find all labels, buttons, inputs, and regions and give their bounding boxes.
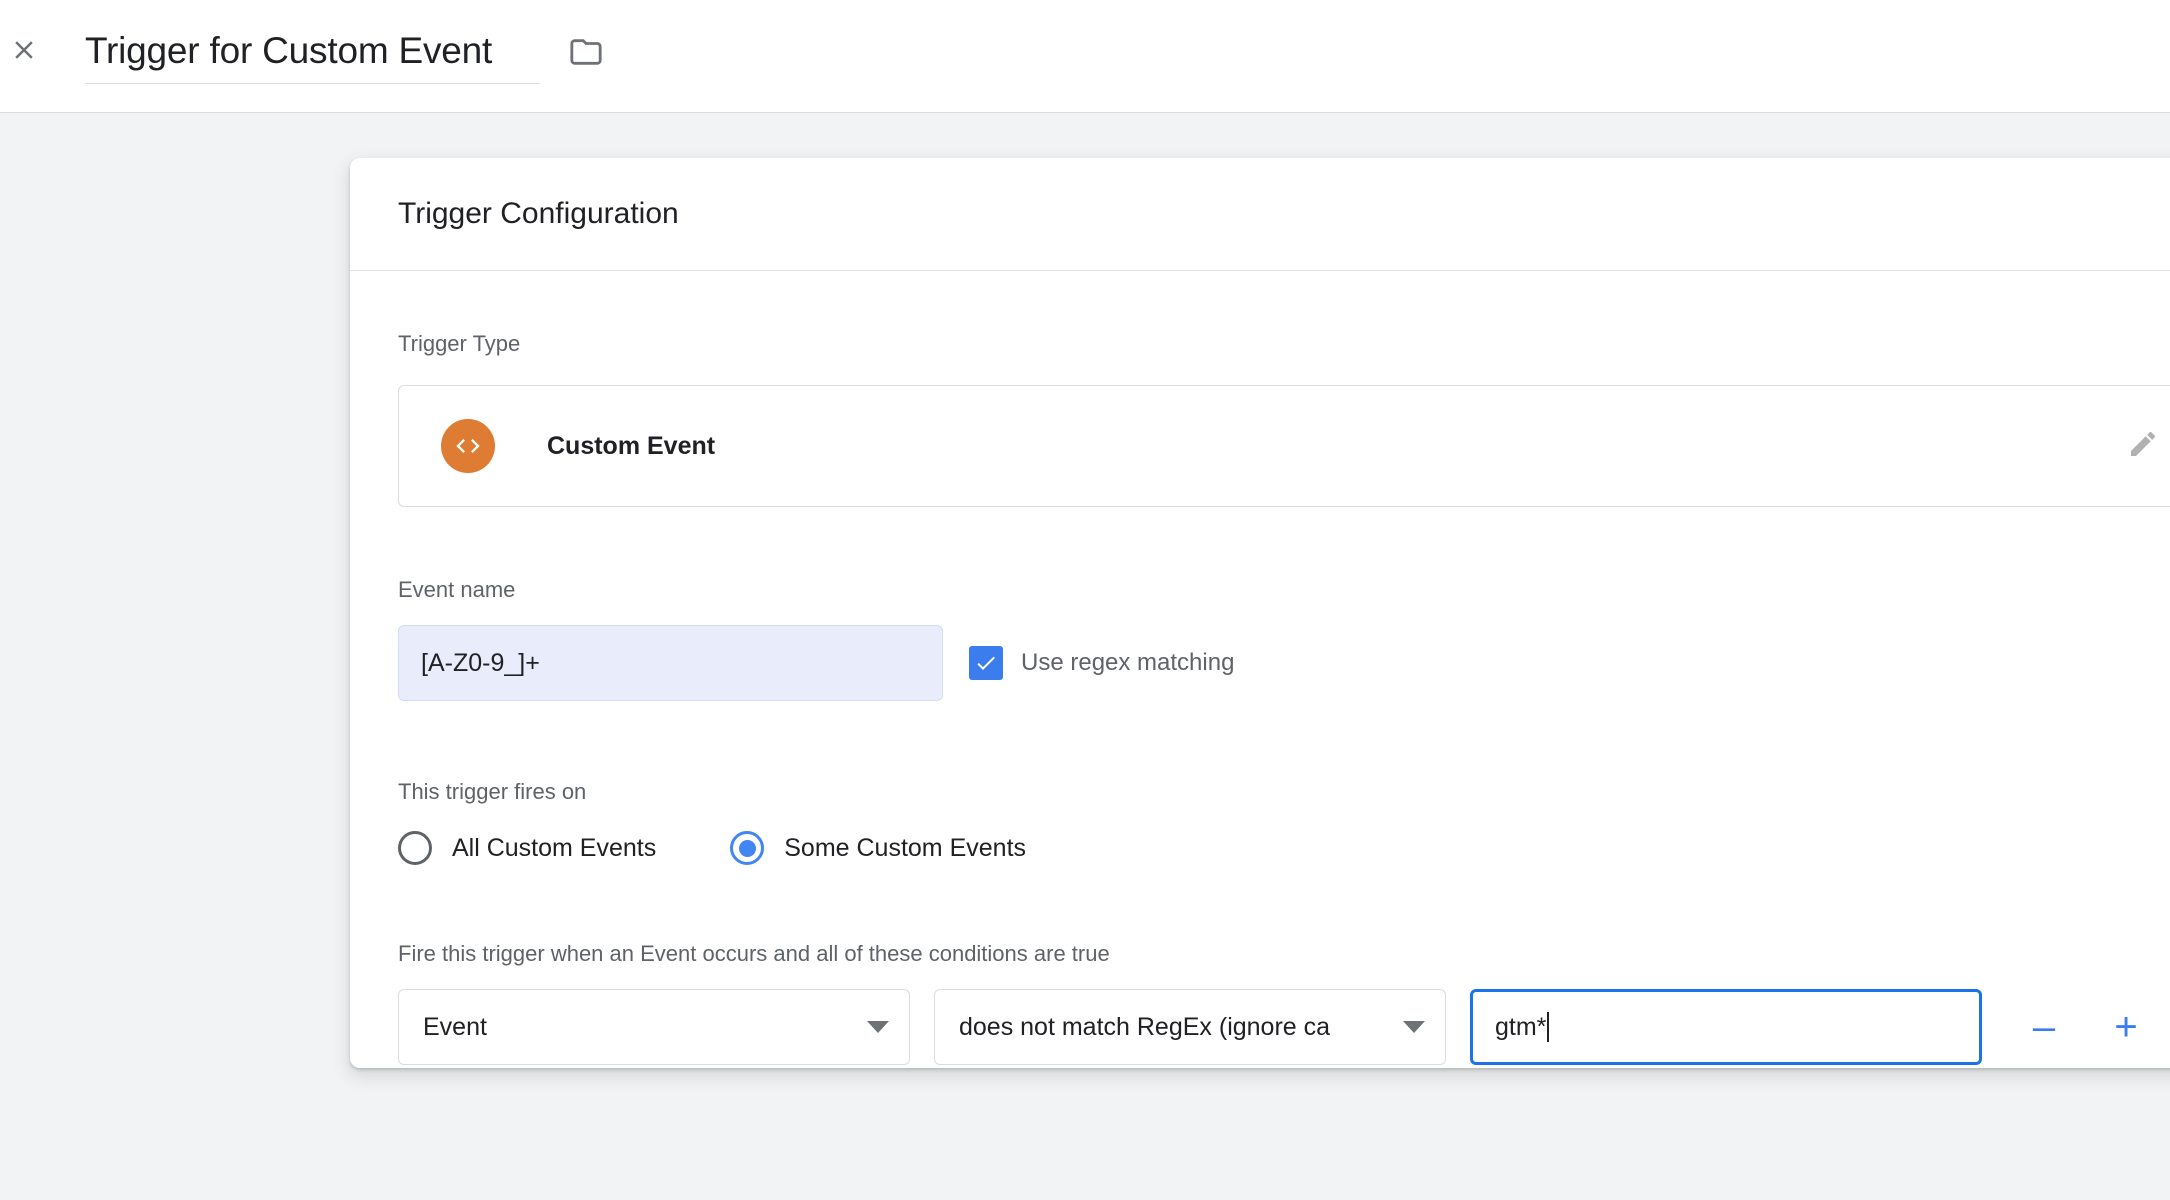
top-header-bar: Trigger for Custom Event (0, 0, 2170, 113)
minus-icon: – (2032, 1005, 2056, 1049)
chevron-down-icon (867, 1021, 889, 1033)
checkbox-box[interactable] (969, 646, 1003, 680)
close-button[interactable] (0, 26, 48, 74)
pencil-icon (2127, 428, 2159, 465)
condition-row: Event does not match RegEx (ignore ca gt… (398, 989, 2170, 1065)
event-name-label: Event name (398, 577, 516, 602)
condition-variable-select[interactable]: Event (398, 989, 910, 1065)
event-name-input[interactable] (398, 625, 943, 701)
card-header: Trigger Configuration (350, 158, 2170, 271)
radio-dot (738, 839, 756, 857)
event-name-row: Use regex matching (398, 625, 2170, 701)
use-regex-matching-checkbox[interactable]: Use regex matching (969, 646, 1234, 680)
plus-icon: + (2114, 1005, 2138, 1049)
condition-value-text: gtm* (1495, 1012, 1547, 1041)
trigger-type-label: Trigger Type (398, 331, 521, 356)
condition-variable-value: Event (423, 1012, 487, 1041)
condition-operator-value: does not match RegEx (ignore ca (959, 1012, 1331, 1041)
folder-button[interactable] (560, 28, 612, 80)
code-brackets-icon (441, 419, 495, 473)
conditions-label: Fire this trigger when an Event occurs a… (398, 941, 1110, 966)
radio-all-custom-events[interactable]: All Custom Events (398, 831, 656, 865)
fires-on-radio-group: All Custom Events Some Custom Events (398, 831, 2170, 865)
folder-icon (569, 35, 603, 74)
close-icon (9, 35, 39, 65)
fires-on-label: This trigger fires on (398, 779, 587, 804)
edit-trigger-type-button[interactable] (2119, 422, 2167, 470)
remove-condition-button[interactable]: – (2018, 1001, 2070, 1053)
radio-circle-selected-icon[interactable] (730, 831, 765, 865)
card-body: Trigger Type Custom Event Event name [A-… (350, 331, 2170, 1065)
condition-value-input[interactable]: gtm* (1470, 989, 1982, 1065)
trigger-type-name: Custom Event (547, 431, 716, 460)
page-title: Trigger for Custom Event (85, 30, 493, 71)
add-condition-button[interactable]: + (2100, 1001, 2152, 1053)
card-title: Trigger Configuration (398, 197, 679, 230)
trigger-configuration-card: Trigger Configuration Trigger Type Custo… (350, 158, 2170, 1068)
radio-some-custom-events[interactable]: Some Custom Events (730, 831, 1026, 865)
radio-all-custom-events-label: All Custom Events (452, 833, 657, 862)
trigger-name-field[interactable]: Trigger for Custom Event (85, 22, 540, 84)
trigger-type-selector[interactable]: Custom Event (398, 385, 2170, 507)
condition-operator-select[interactable]: does not match RegEx (ignore ca (934, 989, 1446, 1065)
chevron-down-icon (1403, 1021, 1425, 1033)
checkmark-icon (974, 651, 998, 675)
text-cursor (1547, 1012, 1550, 1042)
radio-some-custom-events-label: Some Custom Events (784, 833, 1027, 862)
use-regex-matching-label: Use regex matching (1021, 649, 1235, 676)
radio-circle-icon[interactable] (398, 831, 432, 865)
